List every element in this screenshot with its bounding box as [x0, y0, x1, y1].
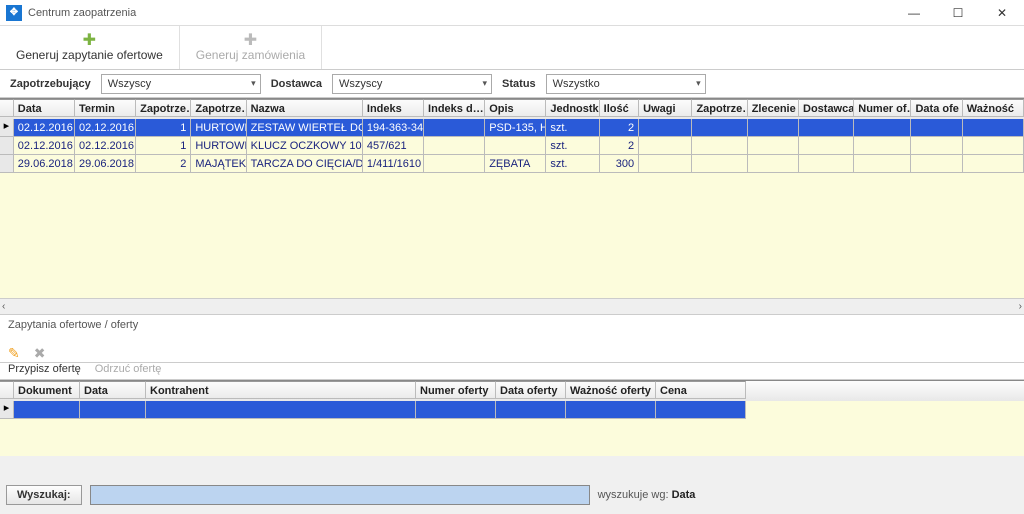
offers-grid-header: Dokument Data Kontrahent Numer oferty Da… — [0, 381, 1024, 401]
row-marker-header — [0, 99, 14, 117]
section-zapytania-label: Zapytania ofertowe / oferty — [0, 314, 1024, 335]
col-zapotrze2[interactable]: Zapotrze… — [191, 99, 246, 117]
offers-grid[interactable]: Dokument Data Kontrahent Numer oferty Da… — [0, 380, 1024, 456]
col2-kontrahent[interactable]: Kontrahent — [146, 381, 416, 399]
grid-row[interactable]: ▸ 02.12.2016 02.12.2016 1 HURTOWNI ZESTA… — [0, 119, 1024, 137]
dostawca-label: Dostawca — [271, 78, 322, 90]
maximize-button[interactable]: ☐ — [936, 0, 980, 26]
col2-data[interactable]: Data — [80, 381, 146, 399]
generate-orders-button: ✚ Generuj zamówienia — [180, 26, 322, 69]
status-combo[interactable]: Wszystko — [546, 74, 706, 94]
col2-numer-oferty[interactable]: Numer oferty — [416, 381, 496, 399]
main-grid[interactable]: Data Termin Zapotrze… Zapotrze… Nazwa In… — [0, 98, 1024, 314]
col2-cena[interactable]: Cena — [656, 381, 746, 399]
col-dostawca[interactable]: Dostawca — [799, 99, 854, 117]
plus-icon: ✚ — [16, 34, 163, 48]
col-nazwa[interactable]: Nazwa — [247, 99, 363, 117]
col-ilosc[interactable]: Ilość — [600, 99, 640, 117]
grid-body[interactable]: ▸ 02.12.2016 02.12.2016 1 HURTOWNI ZESTA… — [0, 119, 1024, 298]
grid-row[interactable]: 02.12.2016 02.12.2016 1 HURTOWNI KLUCZ O… — [0, 137, 1024, 155]
window-titlebar: ✥ Centrum zaopatrzenia — ☐ ✕ — [0, 0, 1024, 26]
col-data[interactable]: Data — [14, 99, 75, 117]
status-label: Status — [502, 78, 536, 90]
grid-header: Data Termin Zapotrze… Zapotrze… Nazwa In… — [0, 99, 1024, 119]
minimize-button[interactable]: — — [892, 0, 936, 26]
col-indeks-d[interactable]: Indeks d… — [424, 99, 485, 117]
col-zapotrze3[interactable]: Zapotrze… — [692, 99, 747, 117]
col-zlecenie[interactable]: Zlecenie — [748, 99, 799, 117]
col-opis[interactable]: Opis — [485, 99, 546, 117]
search-hint: wyszukuje wg: Data — [598, 489, 696, 501]
row-indicator-icon: ▸ — [0, 119, 14, 137]
offers-grid-row[interactable]: ▸ — [0, 401, 1024, 419]
col-numer-of[interactable]: Numer of… — [854, 99, 911, 117]
reject-offer-button: ✖ — [34, 345, 46, 362]
search-button[interactable]: Wyszukaj: — [6, 485, 82, 505]
col-uwagi[interactable]: Uwagi — [639, 99, 692, 117]
search-bar: Wyszukaj: wyszukuje wg: Data — [6, 482, 1018, 508]
col2-dokument[interactable]: Dokument — [14, 381, 80, 399]
col-indeks[interactable]: Indeks — [363, 99, 424, 117]
offers-grid-body[interactable]: ▸ — [0, 401, 1024, 456]
col-zapotrze1[interactable]: Zapotrze… — [136, 99, 191, 117]
assign-offer-label[interactable]: Przypisz ofertę — [8, 363, 81, 375]
search-input[interactable] — [90, 485, 590, 505]
window-title: Centrum zaopatrzenia — [28, 7, 136, 19]
col-data-ofe[interactable]: Data ofe — [911, 99, 962, 117]
edit-icon: ✎ — [8, 345, 20, 362]
plus-icon: ✚ — [196, 34, 305, 48]
cross-icon: ✖ — [34, 345, 46, 362]
filter-bar: Zapotrzebujący Wszyscy Dostawca Wszyscy … — [0, 70, 1024, 98]
offers-toolbar: ✎ ✖ — [0, 335, 1024, 363]
col2-waznosc-oferty[interactable]: Ważność oferty — [566, 381, 656, 399]
main-toolbar: ✚ Generuj zapytanie ofertowe ✚ Generuj z… — [0, 26, 1024, 70]
grid-row[interactable]: 29.06.2018 29.06.2018 2 MAJĄTEK W TARCZA… — [0, 155, 1024, 173]
row-indicator-icon: ▸ — [0, 401, 14, 419]
reject-offer-label: Odrzuć ofertę — [95, 363, 162, 375]
col-termin[interactable]: Termin — [75, 99, 136, 117]
generate-orders-label: Generuj zamówienia — [196, 48, 305, 62]
col2-data-oferty[interactable]: Data oferty — [496, 381, 566, 399]
zapotrzebujacy-combo[interactable]: Wszyscy — [101, 74, 261, 94]
col-waznosc[interactable]: Ważność — [963, 99, 1024, 117]
zapotrzebujacy-label: Zapotrzebujący — [10, 78, 91, 90]
assign-offer-button[interactable]: ✎ — [8, 345, 20, 362]
close-button[interactable]: ✕ — [980, 0, 1024, 26]
app-icon: ✥ — [6, 5, 22, 21]
col-jednostka[interactable]: Jednostka — [546, 99, 599, 117]
horizontal-scrollbar[interactable]: ‹› — [0, 298, 1024, 314]
generate-inquiry-button[interactable]: ✚ Generuj zapytanie ofertowe — [0, 26, 180, 69]
dostawca-combo[interactable]: Wszyscy — [332, 74, 492, 94]
generate-inquiry-label: Generuj zapytanie ofertowe — [16, 48, 163, 62]
